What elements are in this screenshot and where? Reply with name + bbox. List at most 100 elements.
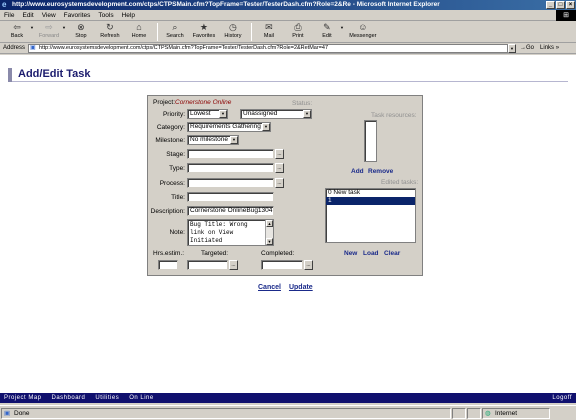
targeted-field[interactable] [187,260,228,270]
home-icon: ⌂ [136,22,142,32]
status-cell [467,407,481,419]
completed-field[interactable] [261,260,303,270]
address-url: http://www.eurosystemsdevelopment.com/ct… [39,44,329,51]
menu-edit[interactable]: Edit [22,12,33,19]
nav-project-map[interactable]: Project Map [4,395,42,401]
refresh-button[interactable]: ↻ Refresh [97,22,123,42]
browser-toolbar: ⇦ Back ▼ ⇨ Forward ▼ ⊗ Stop ↻ Refresh ⌂ Home … [0,22,576,43]
globe-icon: ◍ [485,409,491,417]
targeted-date-button[interactable]: ... [229,260,238,270]
menu-favorites[interactable]: Favorites [64,12,91,19]
nav-dashboard[interactable]: Dashboard [52,395,86,401]
internet-explorer-icon: e [2,0,7,9]
hrs-estim-field[interactable] [158,260,178,270]
scroll-up-icon[interactable]: ▲ [266,220,273,227]
links-button[interactable]: Links » [540,45,559,51]
favorites-icon: ★ [199,22,208,32]
edited-tasks-list[interactable]: 0 New task 1 [325,188,416,243]
title-label: Title: [171,194,185,201]
page-title: Add/Edit Task [8,68,568,82]
messenger-button[interactable]: ☺ Messenger [346,22,380,42]
edit-icon: ✎ [323,22,331,32]
stop-icon: ⊗ [77,22,85,32]
menu-tools[interactable]: Tools [98,12,113,19]
address-dropdown-icon[interactable]: ▼ [508,43,517,53]
note-line: link on View [190,229,234,236]
windows-logo-icon: ⊞ [556,10,576,21]
forward-button[interactable]: ⇨ Forward [36,22,62,42]
stage-browse-button[interactable]: ... [275,149,284,159]
note-line: Initiated [190,237,223,244]
remove-resource-link[interactable]: Remove [368,168,393,175]
window-title: http://www.eurosystemsdevelopment.com/ct… [12,1,440,8]
type-field[interactable] [187,163,274,173]
note-line: Bug Title: Wrong [190,221,248,228]
update-link[interactable]: Update [289,284,313,291]
search-icon: ⌕ [172,22,178,32]
milestone-select[interactable]: No milestone ▼ [187,135,239,145]
address-label: Address [3,45,26,51]
note-scrollbar[interactable]: ▲ ▼ [265,220,273,245]
toolbar-separator [156,23,158,41]
footer-nav: Project Map Dashboard Utilities On Line … [0,393,576,403]
process-field[interactable] [187,178,274,188]
close-button[interactable]: × [566,1,575,9]
assignee-select[interactable]: Unassigned ▼ [240,109,312,119]
menu-view[interactable]: View [42,12,56,19]
priority-select[interactable]: Lowest ▼ [187,109,228,119]
stage-field[interactable] [187,149,274,159]
completed-date-button[interactable]: ... [304,260,313,270]
milestone-label: Milestone: [155,137,185,144]
chevron-down-icon: ▼ [230,136,238,144]
back-dropdown-icon[interactable]: ▼ [30,22,34,33]
clear-task-link[interactable]: Clear [384,250,400,257]
maximize-button[interactable]: □ [556,1,565,9]
security-zone: ◍ Internet [482,407,550,419]
hrs-estim-label: Hrs.estim.: [153,250,185,257]
page-done-icon: ▣ [4,409,11,417]
menu-help[interactable]: Help [122,12,135,19]
add-resource-link[interactable]: Add [351,168,364,175]
mail-icon: ✉ [265,22,273,32]
type-browse-button[interactable]: ... [275,163,284,173]
note-textarea[interactable]: Bug Title: Wrong link on View Initiated … [187,219,274,246]
category-select[interactable]: Requirements Gathering ▼ [187,122,271,132]
back-button[interactable]: ⇦ Back [4,22,30,42]
cancel-link[interactable]: Cancel [258,284,281,291]
process-browse-button[interactable]: ... [275,178,284,188]
load-task-link[interactable]: Load [363,250,379,257]
page-content: Add/Edit Task Project: Cornerstone Onlin… [0,55,576,393]
list-item[interactable]: 0 New task [326,189,415,197]
logoff-link[interactable]: Logoff [552,395,572,401]
edit-button[interactable]: ✎ Edit [314,22,340,42]
history-button[interactable]: ◷ History [220,22,246,42]
nav-on-line[interactable]: On Line [129,395,154,401]
go-button[interactable]: →Go [520,45,534,51]
new-task-link[interactable]: New [344,250,357,257]
menu-file[interactable]: File [4,12,14,19]
forward-dropdown-icon[interactable]: ▼ [62,22,66,33]
toolbar-separator [250,23,252,41]
chevron-down-icon: ▼ [303,110,311,118]
history-icon: ◷ [229,22,237,32]
task-resources-list[interactable] [364,120,377,162]
minimize-button[interactable]: _ [546,1,555,9]
stop-button[interactable]: ⊗ Stop [68,22,94,42]
home-button[interactable]: ⌂ Home [126,22,152,42]
description-field[interactable]: Cornerstone OnlineBug1304 [187,206,274,216]
menu-bar: File Edit View Favorites Tools Help [0,10,576,21]
nav-utilities[interactable]: Utilities [95,395,119,401]
print-button[interactable]: ⎙ Print [285,22,311,42]
list-item[interactable]: 1 [326,197,415,205]
project-name: Cornerstone Online [175,99,232,106]
edit-dropdown-icon[interactable]: ▼ [340,22,344,33]
category-label: Category: [156,124,185,131]
search-button[interactable]: ⌕ Search [162,22,188,42]
chevron-down-icon: ▼ [262,123,270,131]
title-field[interactable] [187,192,274,202]
address-input[interactable]: ▣ http://www.eurosystemsdevelopment.com/… [28,43,509,53]
favorites-button[interactable]: ★ Favorites [191,22,217,42]
status-text: ▣ Done [1,407,451,419]
mail-button[interactable]: ✉ Mail [256,22,282,42]
scroll-down-icon[interactable]: ▼ [266,238,273,245]
